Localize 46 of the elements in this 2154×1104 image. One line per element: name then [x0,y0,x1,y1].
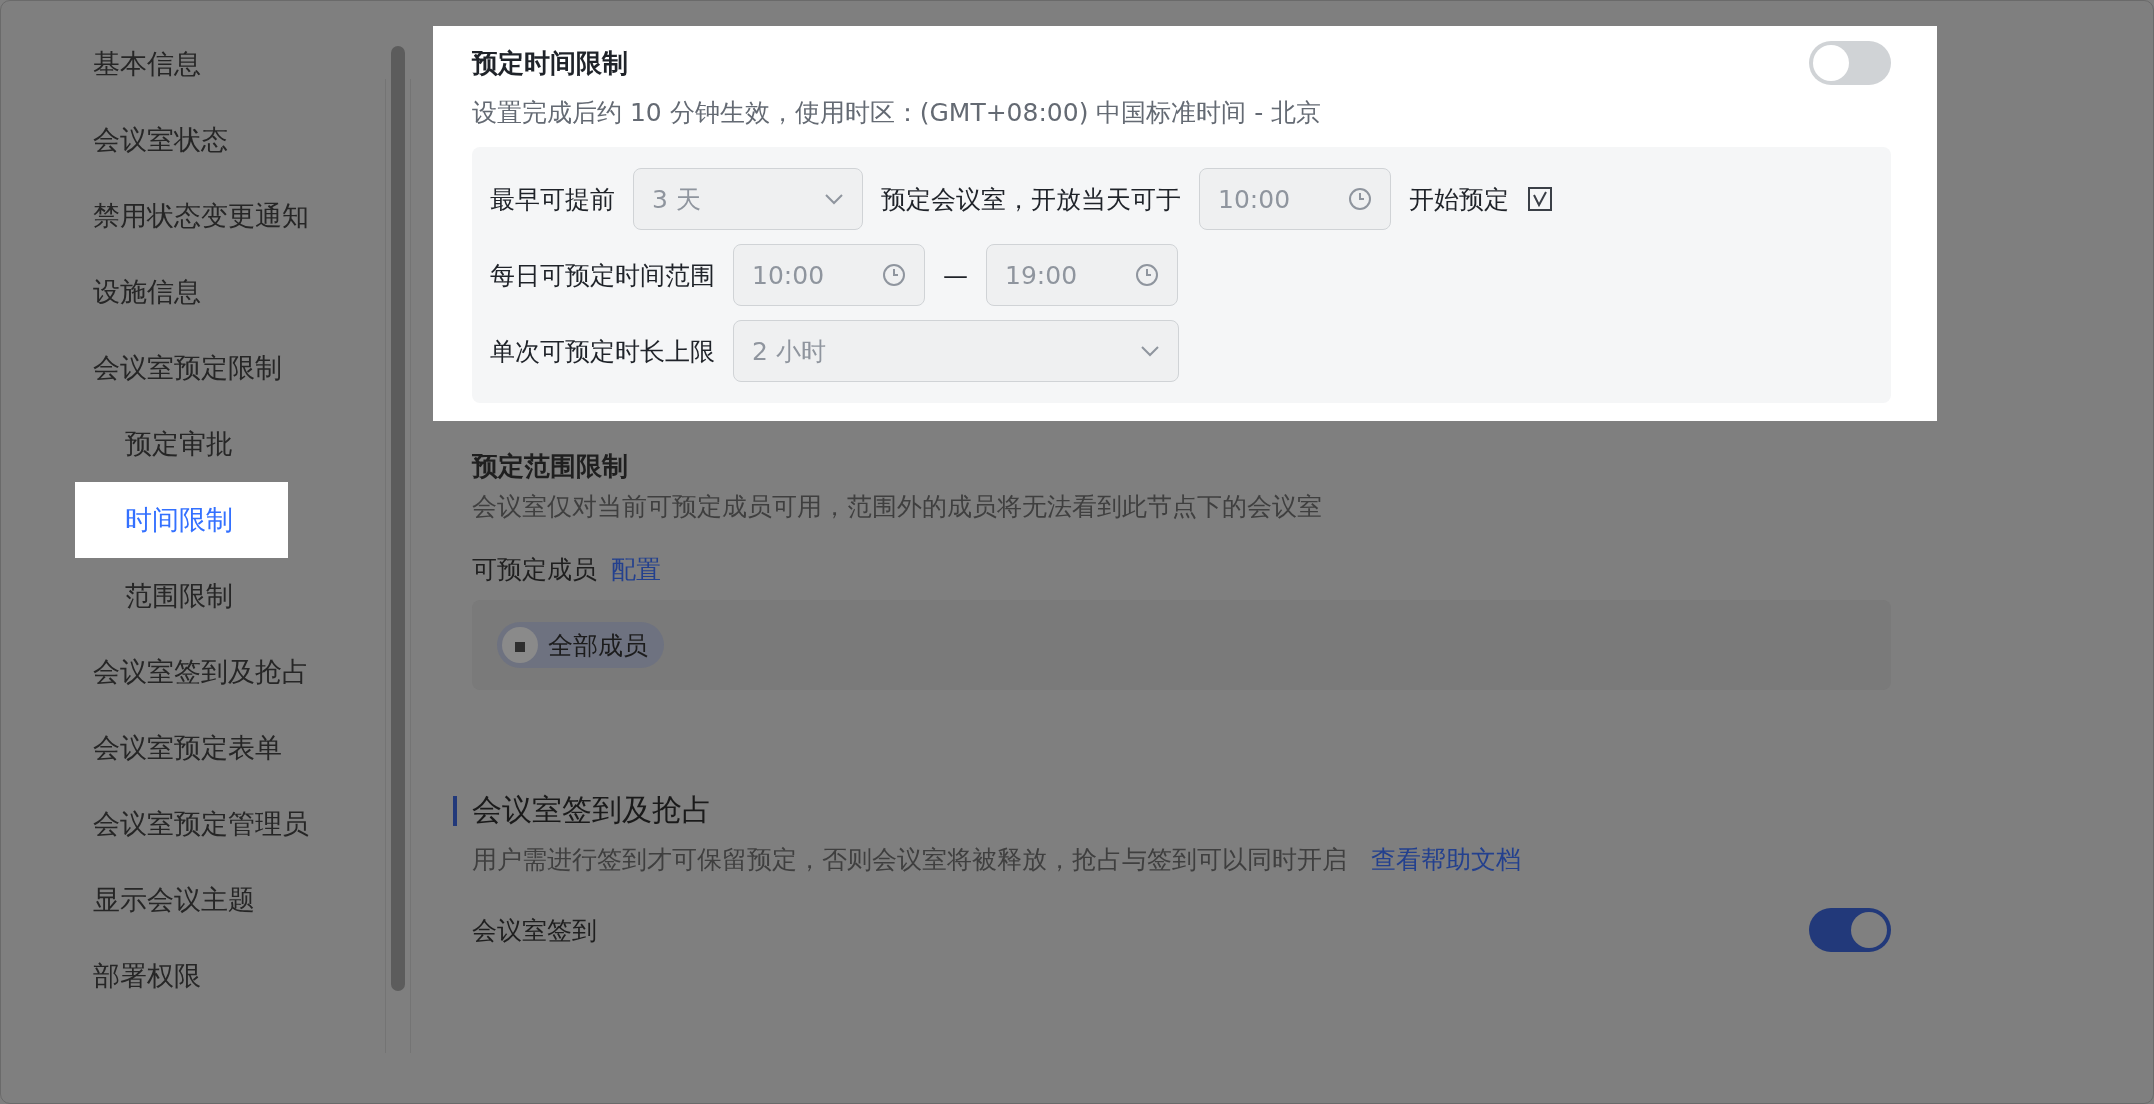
sidebar-item[interactable]: 范围限制 [75,558,288,634]
time-picker[interactable]: 19:00 [986,244,1178,306]
sidebar-item[interactable]: 设施信息 [75,254,288,330]
clock-icon [1348,187,1372,211]
sidebar-item[interactable]: 会议室签到及抢占 [75,634,309,710]
field-label: 每日可预定时间范围 [490,259,715,292]
clock-icon [1135,263,1159,287]
time-picker[interactable]: 10:00 [733,244,925,306]
field-label: 预定会议室，开放当天可于 [881,183,1181,216]
section-description: 用户需进行签到才可保留预定，否则会议室将被释放，抢占与签到可以同时开启 [472,844,1347,876]
range-separator: — [943,260,968,290]
sidebar-item[interactable]: 会议室预定管理员 [75,786,309,862]
section-description: 设置完成后约 10 分钟生效，使用时区：(GMT+08:00) 中国标准时间 - 北京 [472,97,1323,129]
sidebar-item[interactable]: 显示会议主题 [75,862,288,938]
field-label: 最早可提前 [490,183,615,216]
sidebar-item[interactable]: 会议室状态 [75,102,288,178]
section-title: 预定时间限制 [472,46,628,80]
member-tag: 全部成员 [497,622,664,668]
toggle-switch[interactable] [1809,41,1891,85]
sidebar-item[interactable]: 会议室预定限制 [75,330,288,406]
chevron-down-icon [824,193,844,205]
setting-label: 会议室签到 [472,914,597,947]
field-label: 可预定成员 [472,554,597,586]
days-select[interactable]: 3 天 [633,168,863,230]
sidebar-item[interactable]: 会议室预定表单 [75,710,288,786]
section-description: 会议室仅对当前可预定成员可用，范围外的成员将无法看到此节点下的会议室 [472,491,1323,523]
checked-box-icon [1527,186,1553,212]
field-label: 单次可预定时长上限 [490,335,715,368]
avatar-icon [502,627,538,663]
field-label: 开始预定 [1409,183,1509,216]
section-marker [453,795,457,826]
sidebar-item[interactable]: 时间限制 [75,482,288,558]
sidebar-item[interactable]: 部署权限 [75,938,288,1014]
help-link[interactable]: 查看帮助文档 [1371,843,1521,876]
sidebar-item[interactable]: 预定审批 [75,406,288,482]
duration-select[interactable]: 2 小时 [733,320,1179,382]
section-title: 预定范围限制 [472,450,629,483]
section-heading: 会议室签到及抢占 [472,791,712,829]
clock-icon [882,263,906,287]
chevron-down-icon [1140,345,1160,357]
time-picker[interactable]: 10:00 [1199,168,1391,230]
toggle-switch[interactable] [1809,908,1891,952]
sidebar-item[interactable]: 基本信息 [75,26,288,102]
configure-link[interactable]: 配置 [611,553,661,586]
sidebar-item[interactable]: 禁用状态变更通知 [75,178,309,254]
scrollbar-thumb[interactable] [391,46,405,991]
